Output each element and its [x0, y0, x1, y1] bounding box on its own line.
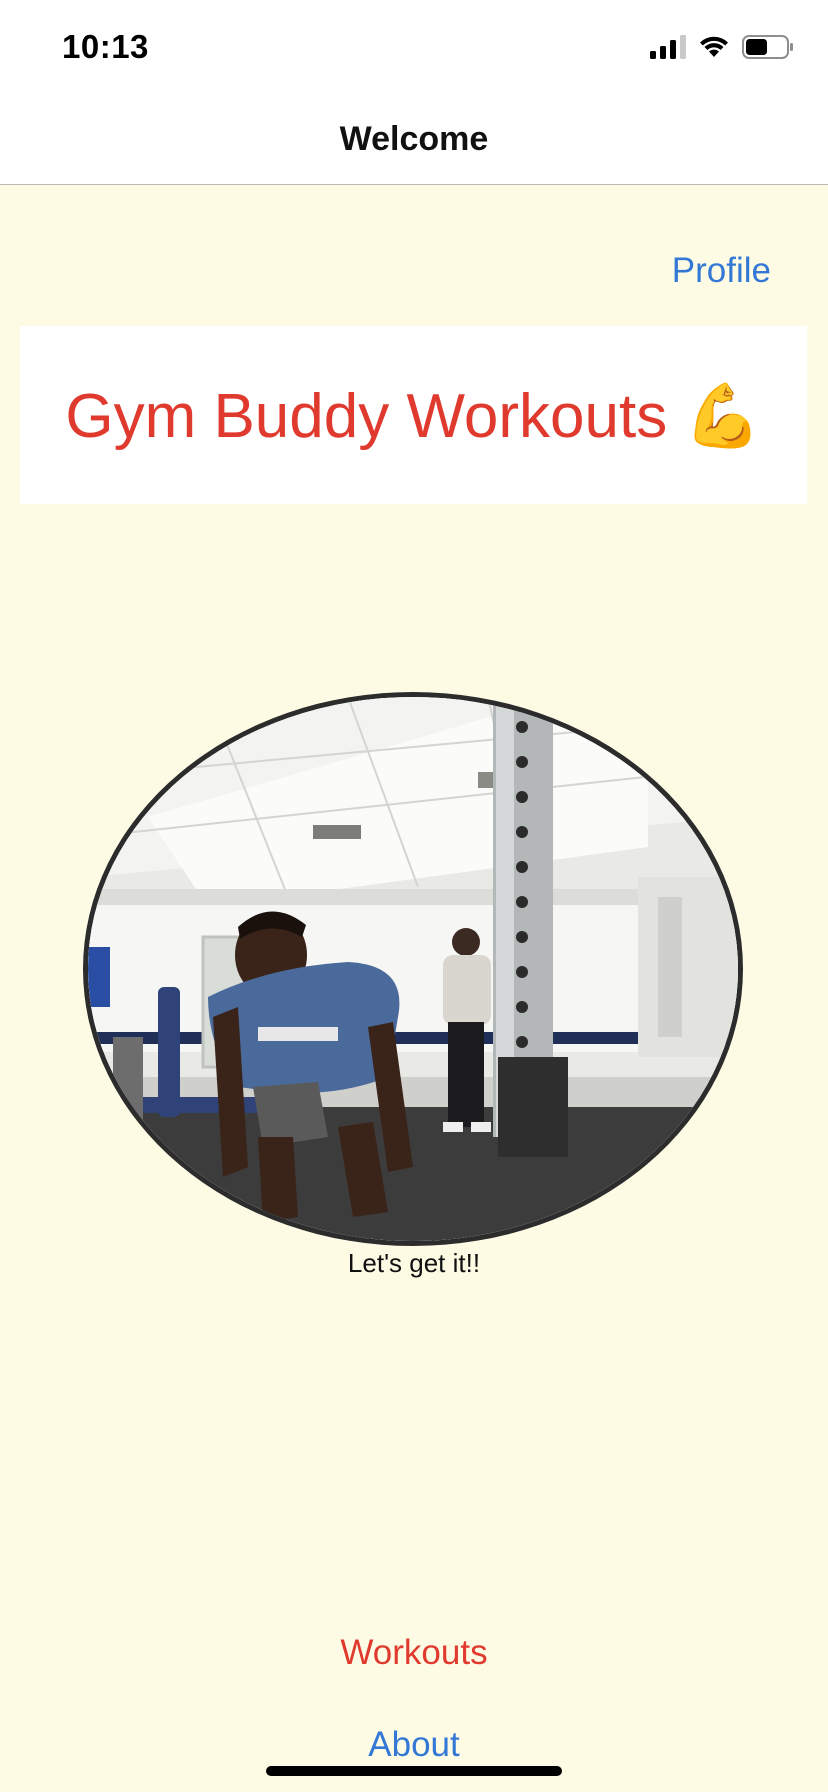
hero-photo — [83, 692, 743, 1246]
cellular-signal-icon — [650, 34, 686, 64]
workouts-link[interactable]: Workouts — [0, 1633, 828, 1673]
welcome-screen: 10:13 Welcome Profile Gym Buddy Workouts… — [0, 0, 828, 1792]
navigation-bar: Welcome — [0, 96, 828, 185]
status-icons — [650, 34, 794, 64]
nav-title: Welcome — [339, 120, 489, 158]
gym-photo-illustration — [88, 697, 738, 1241]
about-link[interactable]: About — [0, 1725, 828, 1765]
app-title: Gym Buddy Workouts 💪 — [65, 382, 762, 451]
status-bar: 10:13 — [0, 0, 828, 96]
home-indicator[interactable] — [266, 1766, 562, 1776]
hero-caption: Let's get it!! — [347, 1248, 481, 1278]
wifi-icon — [698, 35, 730, 64]
header-card: Gym Buddy Workouts 💪 — [20, 326, 807, 504]
battery-icon — [742, 34, 794, 64]
status-time: 10:13 — [62, 28, 149, 65]
profile-link[interactable]: Profile — [672, 251, 771, 291]
